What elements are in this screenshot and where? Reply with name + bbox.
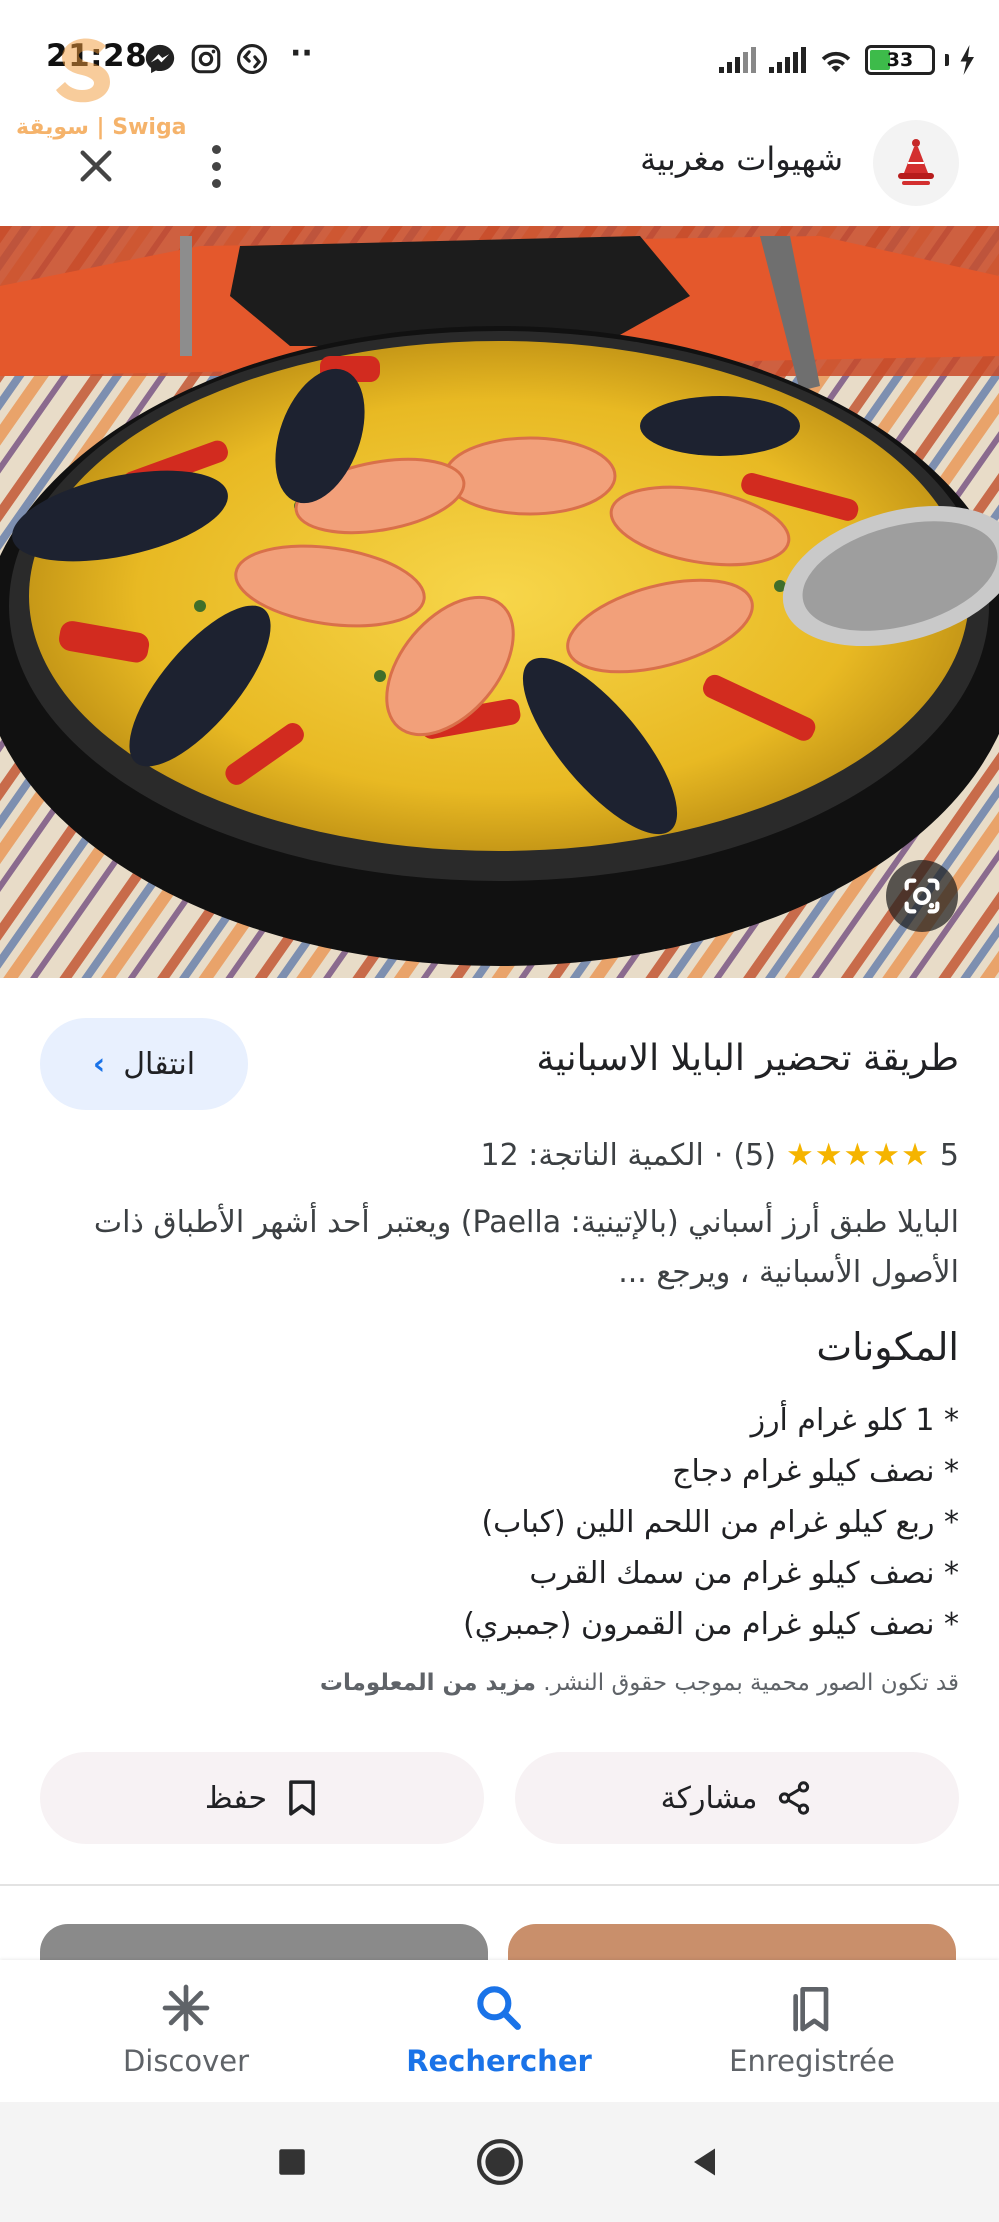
battery-level: 33 <box>886 49 914 71</box>
copyright-notice: قد تكون الصور محمية بموجب حقوق النشر. مز… <box>320 1670 959 1696</box>
nav-saved[interactable]: Enregistrée <box>692 1980 932 2090</box>
share-label: مشاركة <box>660 1780 758 1816</box>
save-label: حفظ <box>204 1780 268 1816</box>
more-vert-icon-dot <box>211 161 221 171</box>
discover-icon <box>162 1984 210 2032</box>
battery-icon: 33 <box>865 45 935 75</box>
charging-icon <box>960 45 974 75</box>
lens-icon <box>904 878 940 914</box>
header: شهيوات مغربية <box>0 120 999 226</box>
site-name[interactable]: شهيوات مغربية <box>640 140 843 178</box>
google-lens-button[interactable] <box>886 860 958 932</box>
close-button[interactable] <box>66 136 126 196</box>
title-row: طريقة تحضير البايلا الاسبانية ‹ انتقال <box>0 1018 999 1110</box>
rating-count: (5) <box>733 1137 776 1173</box>
home-icon <box>477 2139 523 2185</box>
chevron-left-icon: ‹ <box>92 1046 106 1082</box>
visit-button[interactable]: ‹ انتقال <box>40 1018 248 1110</box>
more-vert-icon <box>211 144 221 154</box>
rating-value: 5 <box>939 1137 959 1173</box>
separator-dot: · <box>713 1137 724 1173</box>
share-icon <box>779 1781 810 1815</box>
nav-label: Enregistrée <box>729 2044 895 2078</box>
nav-label: Rechercher <box>406 2044 592 2078</box>
more-notifications-icon: ·· <box>290 36 313 71</box>
recents-icon <box>279 2149 305 2175</box>
nav-discover[interactable]: Discover <box>66 1980 306 2090</box>
recipe-description: البايلا طبق أرز أسباني (بالإتينية: Paell… <box>93 1205 959 1290</box>
wifi-icon <box>821 51 851 72</box>
ingredient-item: * نصف كيلو غرام من القمرون (جمبري) <box>463 1607 959 1642</box>
saved-icon <box>793 1987 829 2032</box>
copyright-text: قد تكون الصور محمية بموجب حقوق النشر. <box>543 1670 959 1696</box>
back-icon <box>694 2148 715 2176</box>
more-vert-icon-dot <box>211 178 221 188</box>
nav-label: Discover <box>122 2044 250 2078</box>
back-button[interactable] <box>676 2132 736 2192</box>
bottom-navigation: Discover Rechercher Enregistrée <box>0 1960 999 2102</box>
system-navigation-bar <box>0 2102 999 2222</box>
shazam-icon <box>236 43 268 75</box>
close-icon <box>80 150 112 182</box>
battery-tip <box>945 54 949 66</box>
ingredients-heading: المكونات <box>816 1325 959 1369</box>
site-logo[interactable] <box>873 120 959 206</box>
paella-image <box>0 226 999 978</box>
home-button[interactable] <box>470 2132 530 2192</box>
nav-search[interactable]: Rechercher <box>379 1980 619 2090</box>
status-right-icons: 33 <box>717 42 977 78</box>
ingredient-item: * ربع كيلو غرام من اللحم اللين (كباب) <box>481 1505 959 1540</box>
tajine-icon <box>898 139 934 185</box>
ingredient-item: * 1 كلو غرام أرز <box>750 1403 959 1438</box>
signal-icon <box>769 47 806 73</box>
instagram-icon <box>191 44 221 74</box>
recipe-yield: الكمية الناتجة: 12 <box>480 1137 704 1173</box>
search-icon <box>477 1986 521 2030</box>
related-result-thumbnail[interactable] <box>508 1924 956 1964</box>
ingredient-item: * نصف كيلو غرام من سمك القرب <box>529 1556 959 1591</box>
ingredient-item: * نصف كيلو غرام دجاج <box>672 1454 959 1489</box>
recipe-title: طريقة تحضير البايلا الاسبانية <box>536 1038 959 1079</box>
rating-row: 5 ★★★★★ (5) · الكمية الناتجة: 12 <box>481 1130 960 1180</box>
recipe-image[interactable] <box>0 226 999 978</box>
save-button[interactable]: حفظ <box>40 1752 484 1844</box>
related-result-thumbnail[interactable] <box>40 1924 488 1964</box>
rating-stars: ★★★★★ <box>785 1137 930 1173</box>
more-options-button[interactable] <box>196 136 236 196</box>
signal-icon <box>719 47 756 73</box>
more-info-link[interactable]: مزيد من المعلومات <box>320 1670 536 1696</box>
ingredients-list: * 1 كلو غرام أرز * نصف كيلو غرام دجاج * … <box>79 1395 959 1650</box>
visit-label: انتقال <box>123 1046 196 1082</box>
bookmark-icon <box>289 1780 315 1816</box>
share-button[interactable]: مشاركة <box>515 1752 959 1844</box>
section-divider <box>0 1884 999 1886</box>
recents-button[interactable] <box>262 2132 322 2192</box>
